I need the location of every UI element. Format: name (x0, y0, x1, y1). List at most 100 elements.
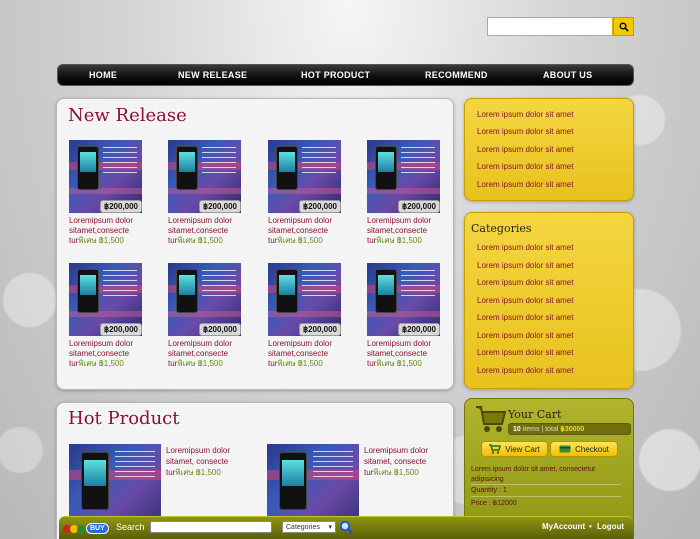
product-desc[interactable]: Loremipsum dolor sitamet,consecte (367, 339, 447, 359)
product-sale-price: พิเศษ ฿1,500 (277, 236, 323, 245)
product-card[interactable]: ฿200,000 Loremipsum dolor sitamet,consect… (168, 140, 248, 246)
nav-about-us[interactable]: ABOUT US (543, 70, 592, 80)
product-image[interactable]: ฿200,000 (168, 140, 241, 213)
logo[interactable]: BUY (63, 522, 113, 535)
product-sale-price: พิเศษ ฿1,500 (376, 236, 422, 245)
product-desc[interactable]: Loremipsum dolor sitamet,consecte (168, 339, 248, 359)
price-badge: ฿200,000 (198, 200, 241, 213)
bottom-toolbar: BUY Search Categories ▾ MyAccount • Logo… (59, 516, 633, 539)
price-badge: ฿200,000 (99, 200, 142, 213)
product-sale: turพิเศษ ฿1,500 (69, 359, 149, 369)
new-release-title: New Release (68, 105, 187, 126)
top-search-button[interactable] (613, 17, 634, 36)
cart-total-label: total (545, 426, 559, 433)
category-link[interactable]: Lorem ipsum dolor sit amet (477, 278, 573, 287)
product-sale-prefix: tur (367, 236, 377, 245)
product-desc[interactable]: Loremipsum dolor sitamet,consecte (268, 339, 348, 359)
logo-text: BUY (86, 523, 109, 534)
hot-product-text[interactable]: Loremipsum dolor sitamet, consecte turพิ… (166, 445, 256, 478)
category-link[interactable]: Lorem ipsum dolor sit amet (477, 243, 573, 252)
product-image[interactable]: ฿200,000 (268, 263, 341, 336)
product-card[interactable]: ฿200,000 Loremipsum dolor sitamet,consect… (268, 263, 348, 369)
side-link[interactable]: Lorem ipsum dolor sit amet (477, 110, 573, 119)
product-desc[interactable]: Loremipsum dolor sitamet,consecte (69, 216, 149, 236)
main-nav: HOME NEW RELEASE HOT PRODUCT RECOMMEND A… (57, 64, 634, 86)
logout-link[interactable]: Logout (597, 522, 624, 531)
categories-panel: Categories Lorem ipsum dolor sit amet Lo… (464, 212, 634, 389)
product-desc[interactable]: Loremipsum dolor sitamet,consecte (268, 216, 348, 236)
product-sale-prefix: tur (168, 359, 178, 368)
product-sale-price: พิเศษ ฿1,500 (78, 359, 124, 368)
product-card[interactable]: ฿200,000 Loremipsum dolor sitamet,consect… (268, 140, 348, 246)
bottom-search-input[interactable] (150, 521, 272, 533)
product-image[interactable]: ฿200,000 (367, 263, 440, 336)
cart-small-icon (489, 444, 502, 454)
product-desc[interactable]: Loremipsum dolor sitamet,consecte (168, 216, 248, 236)
category-select[interactable]: Categories ▾ (282, 521, 336, 533)
product-card[interactable]: ฿200,000 Loremipsum dolor sitamet,consect… (168, 263, 248, 369)
top-search-input[interactable] (487, 17, 613, 36)
category-link[interactable]: Lorem ipsum dolor sit amet (477, 313, 573, 322)
bullet-separator: • (589, 522, 592, 531)
price-badge: ฿200,000 (397, 200, 440, 213)
product-sale: turพิเศษ ฿1,500 (69, 236, 149, 246)
product-sale: turพิเศษ ฿1,500 (168, 236, 248, 246)
nav-new-release[interactable]: NEW RELEASE (178, 70, 247, 80)
product-desc[interactable]: Loremipsum dolor sitamet,consecte (69, 339, 149, 359)
top-search (487, 17, 634, 36)
bottom-search-button[interactable] (339, 520, 353, 534)
product-image[interactable]: ฿200,000 (367, 140, 440, 213)
hot-product-sale-prefix: tur (166, 468, 176, 477)
hot-product-sale-prefix: tur (364, 468, 374, 477)
category-link[interactable]: Lorem ipsum dolor sit amet (477, 348, 573, 357)
category-link[interactable]: Lorem ipsum dolor sit amet (477, 331, 573, 340)
product-sale-price: พิเศษ ฿1,500 (78, 236, 124, 245)
category-link[interactable]: Lorem ipsum dolor sit amet (477, 261, 573, 270)
product-sale: turพิเศษ ฿1,500 (268, 359, 348, 369)
product-sale-prefix: tur (268, 359, 278, 368)
cart-price: Price : ฿12000 (471, 500, 517, 507)
checkout-label: Checkout (575, 444, 609, 454)
side-link[interactable]: Lorem ipsum dolor sit amet (477, 180, 573, 189)
bottom-search-label: Search (116, 522, 145, 532)
product-card[interactable]: ฿200,000 Loremipsum dolor sitamet,consect… (367, 140, 447, 246)
product-card[interactable]: ฿200,000 Loremipsum dolor sitamet,consect… (367, 263, 447, 369)
my-account-link[interactable]: MyAccount (542, 522, 585, 531)
cart-summary: 10 items | total ฿30000 (508, 423, 631, 435)
product-card[interactable]: ฿200,000 Loremipsum dolor sitamet,consect… (69, 263, 149, 369)
view-cart-button[interactable]: View Cart (481, 441, 548, 457)
price-badge: ฿200,000 (397, 323, 440, 336)
price-badge: ฿200,000 (298, 323, 341, 336)
cart-total: ฿30000 (560, 426, 585, 433)
nav-recommend[interactable]: RECOMMEND (425, 70, 488, 80)
product-sale-prefix: tur (69, 236, 79, 245)
product-sale: turพิเศษ ฿1,500 (367, 236, 447, 246)
category-link[interactable]: Lorem ipsum dolor sit amet (477, 366, 573, 375)
side-link[interactable]: Lorem ipsum dolor sit amet (477, 145, 573, 154)
view-cart-label: View Cart (505, 444, 540, 454)
product-image[interactable]: ฿200,000 (69, 140, 142, 213)
price-badge: ฿200,000 (298, 200, 341, 213)
side-links-panel: Lorem ipsum dolor sit amet Lorem ipsum d… (464, 98, 634, 201)
hot-product-title: Hot Product (68, 408, 180, 429)
nav-home[interactable]: HOME (89, 70, 117, 80)
product-image[interactable]: ฿200,000 (168, 263, 241, 336)
product-sale-price: พิเศษ ฿1,500 (177, 359, 223, 368)
product-image[interactable]: ฿200,000 (268, 140, 341, 213)
cart-title: Your Cart (508, 408, 562, 421)
nav-hot-product[interactable]: HOT PRODUCT (301, 70, 370, 80)
product-image[interactable]: ฿200,000 (69, 263, 142, 336)
side-link[interactable]: Lorem ipsum dolor sit amet (477, 162, 573, 171)
checkout-button[interactable]: Checkout (550, 441, 618, 457)
chevron-down-icon: ▾ (328, 524, 332, 531)
product-desc[interactable]: Loremipsum dolor sitamet,consecte (367, 216, 447, 236)
category-link[interactable]: Lorem ipsum dolor sit amet (477, 296, 573, 305)
product-sale-price: พิเศษ ฿1,500 (277, 359, 323, 368)
hot-product-sale: พิเศษ ฿1,500 (373, 468, 419, 477)
side-link[interactable]: Lorem ipsum dolor sit amet (477, 127, 573, 136)
hot-product-text[interactable]: Loremipsum dolor sitamet, consecte turพิ… (364, 445, 454, 478)
search-icon (339, 520, 353, 534)
cart-items-count: 10 (513, 426, 521, 433)
price-badge: ฿200,000 (99, 323, 142, 336)
product-card[interactable]: ฿200,000 Loremipsum dolor sitamet,consect… (69, 140, 149, 246)
